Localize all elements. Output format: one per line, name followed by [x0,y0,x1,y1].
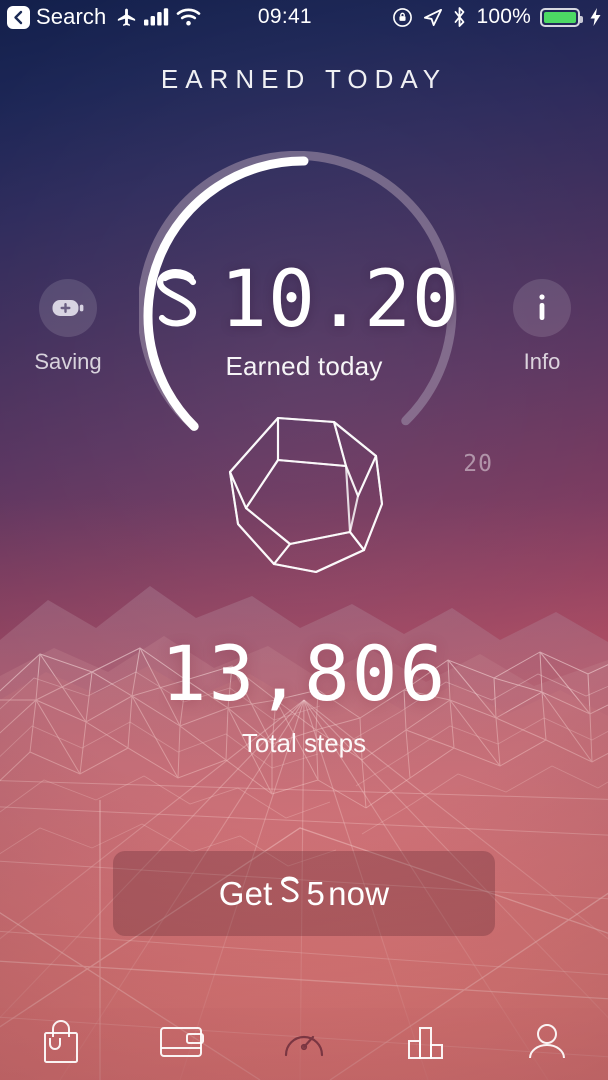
status-bar: Search 09:41 100% [0,0,608,34]
get-coins-button[interactable]: Get 5 now [113,851,495,936]
cta-amount-label: 5 [306,874,326,912]
bar-chart-icon [403,1021,449,1068]
battery-percent-label: 100% [476,5,531,28]
wallet-icon [158,1022,206,1067]
total-steps-caption: Total steps [241,728,367,758]
battery-plus-icon [39,279,97,337]
airplane-mode-icon [115,6,138,29]
bluetooth-icon [452,6,467,28]
tab-dashboard[interactable] [243,1008,365,1080]
back-app-label[interactable]: Search [36,4,106,30]
app-screen: Search 09:41 100% EARNED TODAY 20 10.20 … [0,0,608,1080]
clock-time: 09:41 [257,5,312,28]
status-bar-center: 09:41 [201,5,392,29]
bottom-tab-bar [0,1008,608,1080]
sweatcoin-symbol-icon [148,262,206,339]
info-icon [513,279,571,337]
earnings-amount-value: 10.20 [220,255,460,346]
saving-button-label: Saving [34,349,102,374]
tab-stats[interactable] [365,1008,487,1080]
battery-icon [540,7,583,27]
info-button[interactable]: Info [487,279,597,375]
rotation-lock-icon [392,7,413,28]
cellular-signal-icon [144,7,170,27]
speedometer-icon [280,1021,328,1068]
charging-bolt-icon [589,7,602,27]
ring-max-label: 20 [463,451,493,477]
saving-button[interactable]: Saving [13,279,123,375]
tab-profile[interactable] [486,1008,608,1080]
dodecahedron-wireframe-icon [216,404,396,584]
cta-suffix-label: now [328,874,390,912]
page-title: EARNED TODAY [160,64,448,94]
person-icon [525,1020,569,1069]
location-arrow-icon [422,7,443,28]
tab-wallet[interactable] [122,1008,244,1080]
status-bar-left: Search [0,4,201,30]
wifi-icon [176,7,201,27]
shopping-bag-icon [40,1019,82,1070]
info-button-label: Info [523,349,561,374]
cta-prefix-label: Get [218,874,273,912]
total-steps-value: 13,806 [160,629,448,718]
status-bar-right: 100% [392,5,608,29]
tab-shop[interactable] [0,1008,122,1080]
sweatcoin-symbol-icon [277,873,303,914]
total-steps-block: 13,806 Total steps [0,636,608,759]
back-chevron-icon[interactable] [7,5,30,29]
